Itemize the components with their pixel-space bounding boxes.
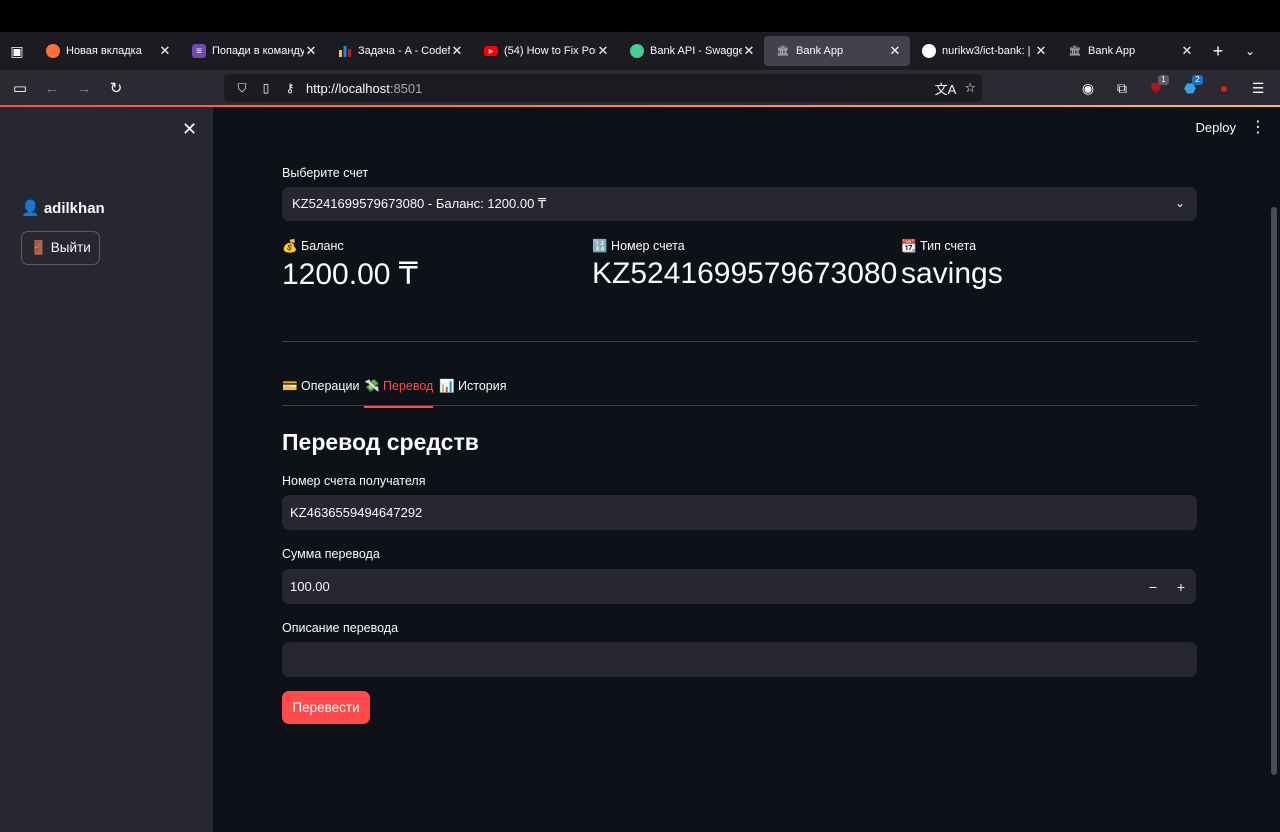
- chevron-down-icon: ⌄: [1174, 196, 1185, 210]
- translate-icon[interactable]: 文A: [935, 79, 957, 98]
- metric-value-account-number: KZ5241699579673080: [592, 257, 898, 290]
- browser-tab-7[interactable]: 🏛 Bank App ✕: [1056, 36, 1202, 66]
- extension-icon[interactable]: ⬣ 2: [1176, 74, 1204, 102]
- close-tab-icon[interactable]: ✕: [888, 43, 902, 59]
- github-icon: [922, 44, 936, 58]
- tab-title: nurikw3/ict-bank: | pr: [942, 45, 1034, 57]
- browser-tab-3[interactable]: ▶ (54) How to Fix Postg ✕: [472, 36, 618, 66]
- key-icon[interactable]: ⚷: [278, 81, 302, 95]
- youtube-icon: ▶: [484, 46, 498, 56]
- new-tab-icon[interactable]: +: [1202, 41, 1234, 62]
- browser-tab-5-active[interactable]: 🏛 Bank App ✕: [764, 36, 910, 66]
- metric-value-balance: 1200.00 ₸: [282, 258, 418, 291]
- account-icon[interactable]: ◉: [1074, 74, 1102, 102]
- browser-tab-4[interactable]: Bank API - Swagger U ✕: [618, 36, 764, 66]
- reload-icon[interactable]: ↻: [100, 70, 132, 106]
- section-tabs: 💳 Операции 💸 Перевод 📊 История: [282, 379, 1197, 408]
- bank-icon: 🏛: [776, 45, 790, 57]
- browser-tab-1[interactable]: ≡ Попади в команду р ✕: [180, 36, 326, 66]
- close-tab-icon[interactable]: ✕: [1180, 43, 1194, 59]
- close-tab-icon[interactable]: ✕: [158, 43, 172, 59]
- close-sidebar-icon[interactable]: ✕: [182, 119, 197, 140]
- close-tab-icon[interactable]: ✕: [742, 43, 756, 59]
- codeforces-icon: [338, 44, 352, 58]
- tab-title: Новая вкладка: [66, 45, 142, 57]
- shield-icon[interactable]: ⛉: [230, 81, 254, 96]
- tab-history[interactable]: 📊 История: [439, 379, 507, 406]
- url-text[interactable]: http://localhost:8501: [306, 81, 422, 96]
- browser-tab-6[interactable]: nurikw3/ict-bank: | pr ✕: [910, 36, 1056, 66]
- recipient-value: KZ4636559494647292: [290, 505, 423, 520]
- account-select-value: KZ5241699579673080 - Баланс: 1200.00 ₸: [292, 196, 547, 211]
- back-arrow-icon[interactable]: ←: [36, 70, 68, 106]
- tab-transfer[interactable]: 💸 Перевод: [364, 379, 434, 408]
- close-tab-icon[interactable]: ✕: [450, 43, 464, 59]
- page-icon[interactable]: ▯: [254, 81, 278, 95]
- tab-title: Bank App: [1088, 45, 1136, 57]
- address-bar[interactable]: ⛉ ▯ ⚷ http://localhost:8501 文A ☆: [224, 74, 982, 102]
- extensions-icon[interactable]: ⧉: [1108, 74, 1136, 102]
- amount-value: 100.00: [290, 579, 330, 594]
- recipient-input[interactable]: KZ4636559494647292: [282, 495, 1197, 530]
- account-select[interactable]: KZ5241699579673080 - Баланс: 1200.00 ₸ ⌄: [282, 187, 1197, 221]
- close-tab-icon[interactable]: ✕: [596, 43, 610, 59]
- list-all-tabs-icon[interactable]: ⌄: [1234, 44, 1266, 58]
- description-label: Описание перевода: [282, 621, 399, 635]
- tab-title: Задача - A - Codefor: [358, 45, 450, 57]
- menu-icon[interactable]: ☰: [1244, 74, 1272, 102]
- bookmark-star-icon[interactable]: ☆: [964, 80, 976, 96]
- deploy-button[interactable]: Deploy: [1196, 120, 1236, 135]
- recipient-label: Номер счета получателя: [282, 474, 426, 488]
- tab-title: Bank App: [796, 45, 844, 57]
- browser-tab-strip: ▣ Новая вкладка ✕ ≡ Попади в команду р ✕…: [0, 32, 1280, 70]
- extension-badge: 1: [1158, 75, 1169, 85]
- tab-groups-icon[interactable]: ▣: [0, 32, 34, 70]
- tab-title: (54) How to Fix Postg: [504, 45, 596, 57]
- current-user: 👤 adilkhan: [21, 200, 105, 217]
- browser-tab-2[interactable]: Задача - A - Codefor ✕: [326, 36, 472, 66]
- amount-input[interactable]: 100.00 − +: [282, 569, 1196, 604]
- browser-tab-0[interactable]: Новая вкладка ✕: [34, 36, 180, 66]
- transfer-submit-button[interactable]: Перевести: [282, 691, 370, 724]
- swagger-icon: [630, 44, 644, 58]
- bank-icon: 🏛: [1068, 45, 1082, 57]
- divider: [282, 341, 1197, 342]
- increment-button[interactable]: +: [1168, 569, 1194, 604]
- tab-title: Bank API - Swagger U: [650, 45, 742, 57]
- form-icon: ≡: [192, 44, 206, 58]
- tab-operations[interactable]: 💳 Операции: [282, 379, 360, 406]
- description-input[interactable]: [282, 642, 1197, 677]
- main-content: Deploy ⋮ Выберите счет KZ524169957967308…: [213, 107, 1280, 832]
- transfer-heading: Перевод средств: [282, 429, 479, 455]
- url-port: :8501: [389, 80, 423, 96]
- firefox-icon: [46, 44, 60, 58]
- amount-label: Сумма перевода: [282, 547, 380, 561]
- logout-button[interactable]: 🚪 Выйти: [21, 231, 100, 265]
- metric-value-account-type: savings: [901, 257, 1003, 290]
- app-sidebar: ✕ 👤 adilkhan 🚪 Выйти: [0, 107, 213, 832]
- metric-label-balance: 💰 Баланс: [282, 239, 344, 253]
- ublock-icon[interactable]: ⛊ 1: [1142, 74, 1170, 102]
- decrement-button[interactable]: −: [1140, 569, 1166, 604]
- close-tab-icon[interactable]: ✕: [1034, 43, 1048, 59]
- close-tab-icon[interactable]: ✕: [304, 43, 318, 59]
- forward-arrow-icon[interactable]: →: [68, 70, 100, 106]
- scrollbar[interactable]: [1271, 207, 1277, 775]
- account-select-label: Выберите счет: [282, 166, 369, 180]
- lock-extension-icon[interactable]: ●: [1210, 74, 1238, 102]
- url-host: http://localhost: [306, 80, 390, 96]
- metric-label-account-number: 🔢 Номер счета: [592, 239, 685, 253]
- tab-title: Попади в команду р: [212, 45, 304, 57]
- sidebar-toggle-icon[interactable]: ▭: [4, 70, 36, 106]
- browser-navigation-bar: ▭ ← → ↻ ⛉ ▯ ⚷ http://localhost:8501 文A ☆…: [0, 70, 1280, 106]
- window-top-bar: [0, 0, 1280, 32]
- more-options-icon[interactable]: ⋮: [1250, 117, 1266, 137]
- extension-badge: 2: [1192, 75, 1203, 85]
- metric-label-account-type: 📆 Тип счета: [901, 239, 977, 253]
